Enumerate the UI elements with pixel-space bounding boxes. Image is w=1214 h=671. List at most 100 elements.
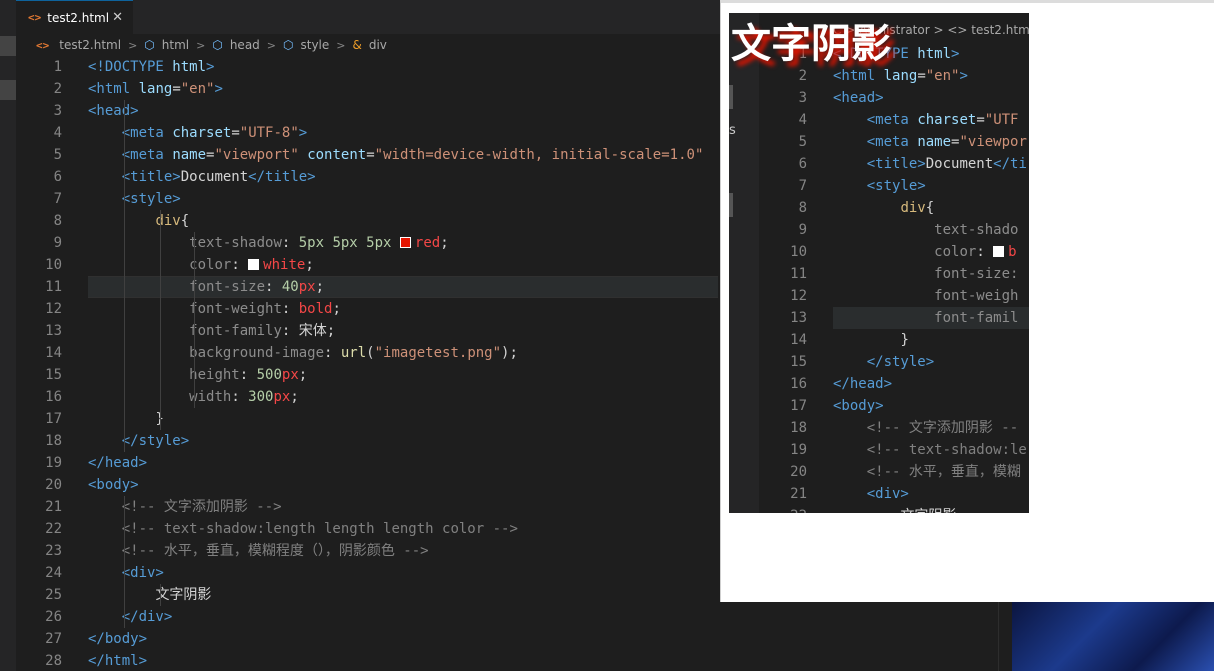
line-number: 6 [53, 169, 62, 185]
preview-code-line: 13 font-famil [729, 307, 1029, 329]
line-number: 5 [798, 134, 807, 150]
line-text: <!-- text-shadow:length length length co… [121, 521, 518, 537]
line-text: <style> [121, 191, 181, 207]
line-text: <div> [866, 486, 909, 502]
element-icon: ⬡ [283, 38, 294, 52]
breadcrumb-item[interactable]: html [162, 38, 189, 52]
close-icon[interactable]: ✕ [112, 10, 123, 25]
code-line[interactable]: 26 </div> [16, 606, 1214, 628]
line-number: 15 [45, 367, 62, 383]
preview-code-line: 9 text-shado [729, 219, 1029, 241]
line-number: 3 [53, 103, 62, 119]
line-text: <title>Document</title> [121, 169, 316, 185]
line-text: <body> [833, 398, 884, 414]
line-text: 文字阴影 [155, 587, 212, 603]
line-number: 20 [790, 464, 807, 480]
browser-preview: s C > Ad nistrator > <> test2.html > 1 <!… [720, 0, 1214, 602]
line-number: 16 [45, 389, 62, 405]
line-text: <div> [121, 565, 164, 581]
line-number: 2 [53, 81, 62, 97]
activity-marker[interactable] [0, 36, 16, 56]
line-text: font-weight: bold; [189, 301, 341, 317]
element-icon: ⬡ [144, 38, 155, 52]
breadcrumb-item[interactable]: head [230, 38, 260, 52]
tab-test2-html[interactable]: <> test2.html ✕ [16, 0, 133, 34]
line-text: background-image: url("imagetest.png"); [189, 345, 518, 361]
line-number: 13 [45, 323, 62, 339]
line-number: 22 [45, 521, 62, 537]
line-number: 9 [53, 235, 62, 251]
line-number: 26 [45, 609, 62, 625]
line-number: 17 [790, 398, 807, 414]
line-number: 12 [790, 288, 807, 304]
line-number: 17 [45, 411, 62, 427]
preview-div-box: s C > Ad nistrator > <> test2.html > 1 <!… [729, 13, 1029, 513]
html-file-icon: <> [28, 11, 42, 24]
preview-code-line: 12 font-weigh [729, 285, 1029, 307]
line-number: 23 [45, 543, 62, 559]
line-number: 19 [45, 455, 62, 471]
line-number: 8 [798, 200, 807, 216]
line-number: 11 [790, 266, 807, 282]
indent-guide [160, 210, 161, 430]
preview-code-line: 22 文字阴影 [729, 505, 1029, 513]
line-number: 10 [790, 244, 807, 260]
breadcrumb: <> test2.html > ⬡ html > ⬡ head > ⬡ styl… [16, 34, 716, 56]
line-text: 文字阴影 [833, 505, 956, 513]
activity-marker[interactable] [0, 80, 16, 100]
line-text: color: white; [189, 257, 314, 273]
line-text: <!-- text-shadow:le [866, 442, 1027, 458]
element-icon: ⬡ [212, 38, 223, 52]
preview-code-line: 6 <title>Document</ti [729, 153, 1029, 175]
line-number: 15 [790, 354, 807, 370]
preview-code-line: 10 color: b [729, 241, 1029, 263]
line-text: <meta name="viewport" content="width=dev… [121, 147, 704, 163]
line-number: 4 [798, 112, 807, 128]
line-number: 21 [790, 486, 807, 502]
line-text: } [88, 408, 163, 430]
line-text: <head> [833, 90, 884, 106]
line-text: height: 500px; [189, 367, 308, 383]
shadow-text: 文字阴影 [731, 20, 891, 67]
breadcrumb-item[interactable]: style [301, 38, 330, 52]
line-number: 18 [45, 433, 62, 449]
chevron-right-icon: > [336, 38, 346, 52]
preview-code-line: 18 <!-- 文字添加阴影 -- [729, 417, 1029, 439]
code-line[interactable]: 27 </body> [16, 628, 1214, 650]
breadcrumb-item[interactable]: div [369, 38, 387, 52]
selector-icon: & [352, 38, 362, 52]
indent-guide [124, 100, 125, 452]
line-text: </body> [88, 631, 148, 647]
line-number: 19 [790, 442, 807, 458]
line-number: 12 [45, 301, 62, 317]
line-number: 27 [45, 631, 62, 647]
line-text: <style> [866, 178, 926, 194]
line-number: 6 [798, 156, 807, 172]
line-text: <meta charset="UTF-8"> [121, 125, 308, 141]
line-number: 5 [53, 147, 62, 163]
line-number: 9 [798, 222, 807, 238]
line-number: 1 [53, 59, 62, 75]
code-line[interactable]: 28 </html> [16, 650, 1214, 671]
line-number: 14 [790, 332, 807, 348]
activity-bar [0, 0, 16, 671]
chevron-right-icon: > [266, 38, 277, 52]
line-number: 25 [45, 587, 62, 603]
line-text: <!-- 水平，垂直，模糊 [866, 464, 1021, 480]
line-text: </head> [88, 455, 148, 471]
line-text: <meta name="viewpor [866, 134, 1027, 150]
tab-label: test2.html [47, 10, 110, 25]
line-number: 20 [45, 477, 62, 493]
line-number: 7 [53, 191, 62, 207]
preview-code-line: 3 <head> [729, 87, 1029, 109]
line-text: font-size: [934, 266, 1019, 282]
preview-code-line: 15 </style> [729, 351, 1029, 373]
indent-guide [124, 496, 125, 628]
breadcrumb-item[interactable]: test2.html [59, 38, 121, 52]
line-text: text-shado [934, 222, 1019, 238]
chevron-right-icon: > [196, 38, 206, 52]
preview-code-line: 19 <!-- text-shadow:le [729, 439, 1029, 461]
indent-guide [194, 232, 195, 408]
line-text: font-weigh [934, 288, 1019, 304]
line-number: 24 [45, 565, 62, 581]
